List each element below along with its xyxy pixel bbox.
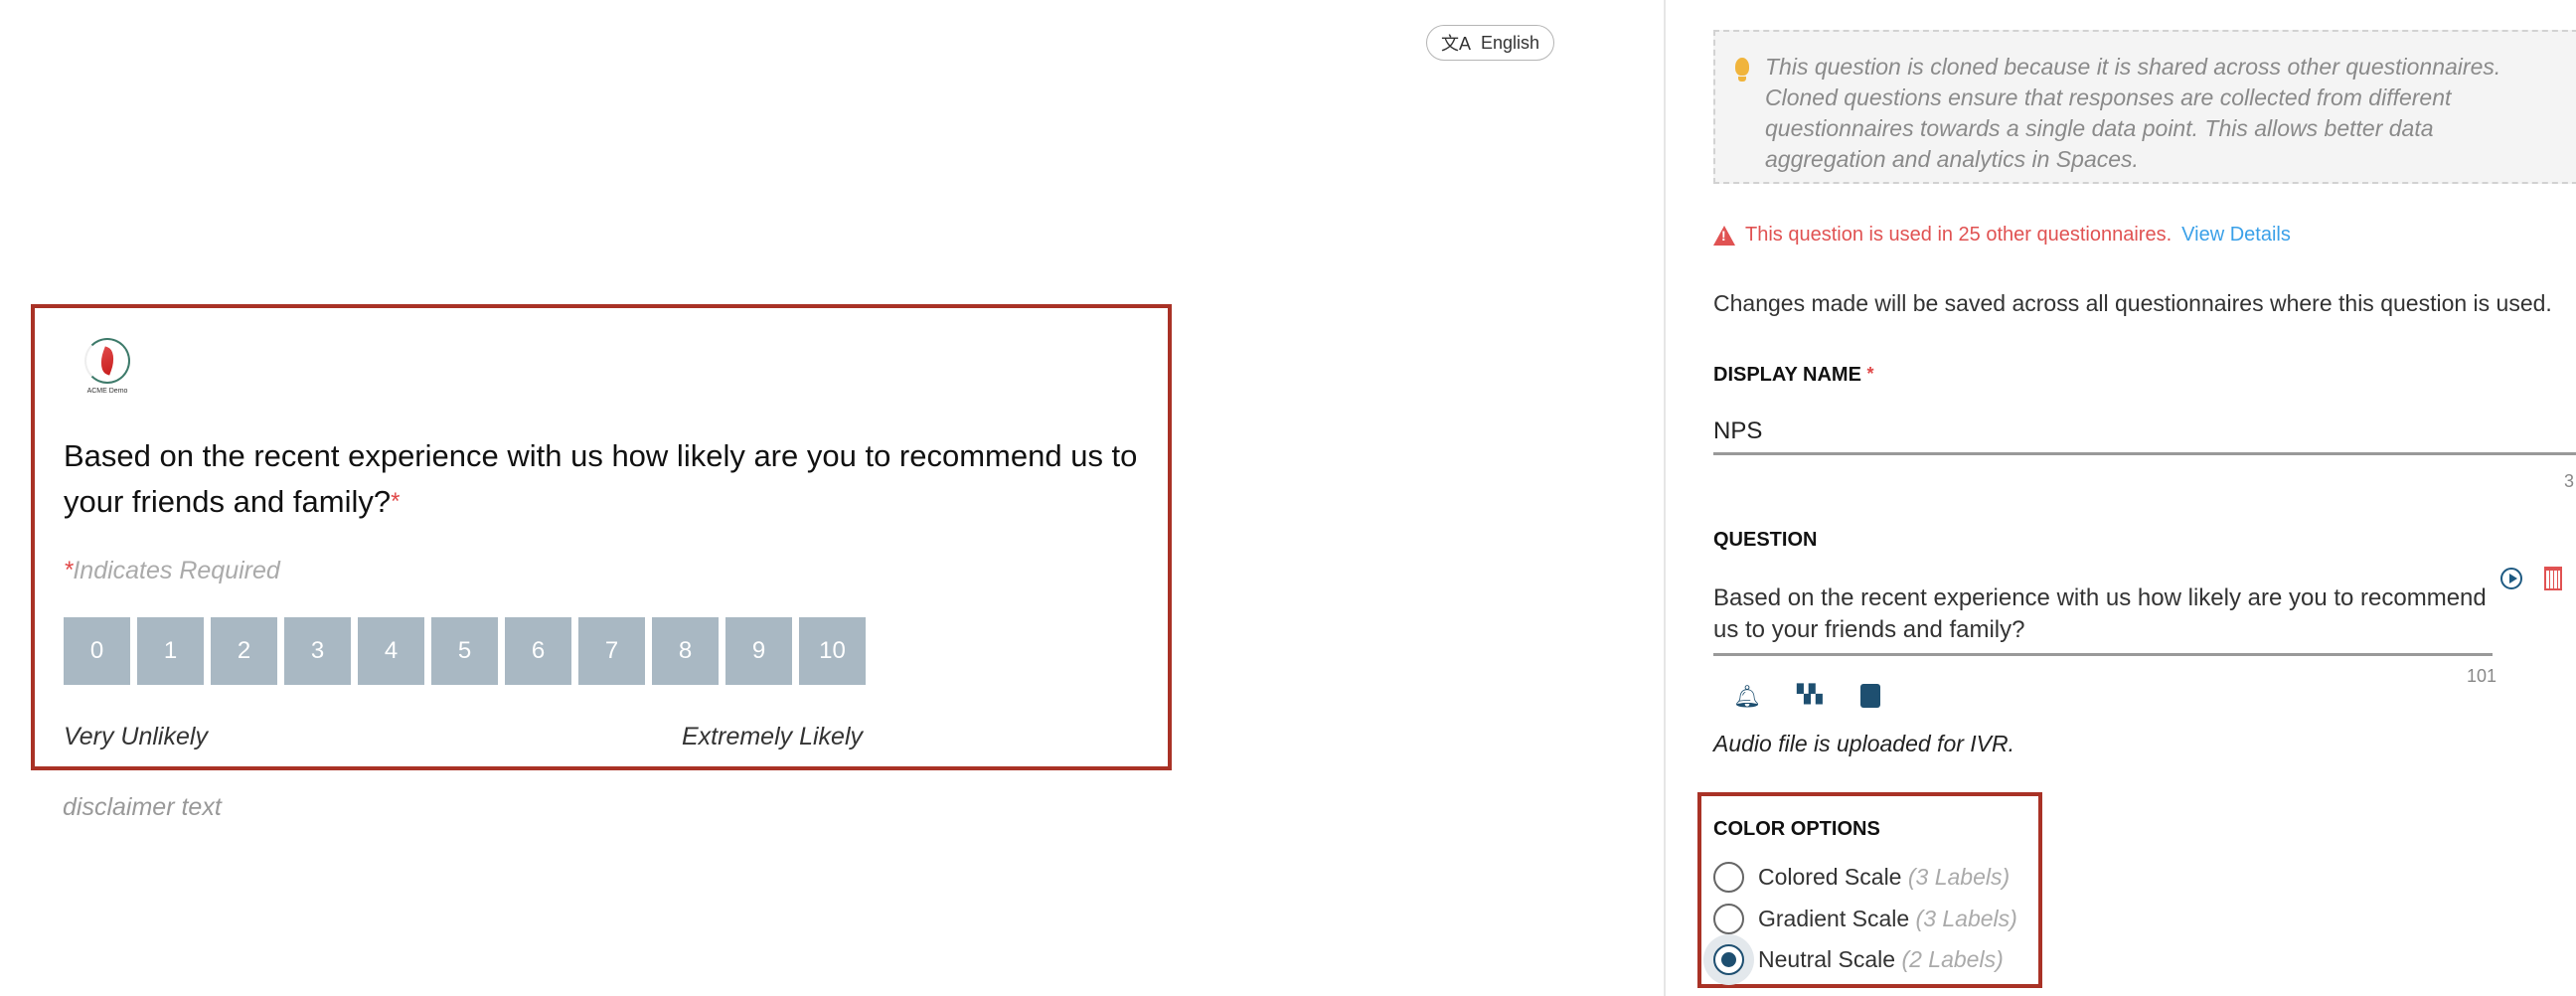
audience-icon[interactable]: ▚▚ <box>1797 684 1823 708</box>
radio-gradient-scale[interactable]: Gradient Scale (3 Labels) <box>1713 904 2017 934</box>
scale-option-0[interactable]: 0 <box>64 617 130 685</box>
high-label: Extremely Likely <box>682 723 863 750</box>
scale-option-2[interactable]: 2 <box>211 617 277 685</box>
changes-note: Changes made will be saved across all qu… <box>1713 290 2552 316</box>
acme-logo: ACME Demo <box>82 338 132 404</box>
question-char-count: 101 <box>2467 666 2497 686</box>
radio-button[interactable] <box>1713 862 1744 893</box>
preview-question: Based on the recent experience with us h… <box>64 438 1138 519</box>
question-input[interactable]: Based on the recent experience with us h… <box>1713 582 2493 656</box>
color-options-section: COLOR OPTIONS Colored Scale (3 Labels) G… <box>1697 792 2042 988</box>
required-note: *Indicates Required <box>64 557 280 584</box>
question-preview-card: ACME Demo Based on the recent experience… <box>31 304 1172 770</box>
clone-info-box: This question is cloned because it is sh… <box>1713 30 2576 184</box>
scale-option-1[interactable]: 1 <box>137 617 204 685</box>
scale-option-4[interactable]: 4 <box>358 617 424 685</box>
panel-divider <box>1664 0 1666 996</box>
radio-button-selected[interactable] <box>1713 944 1744 975</box>
warning-icon <box>1713 225 1735 246</box>
question-label: QUESTION <box>1713 529 1818 551</box>
scale-option-3[interactable]: 3 <box>284 617 351 685</box>
radio-button[interactable] <box>1713 904 1744 934</box>
notes-icon[interactable] <box>1860 684 1880 708</box>
usage-warning: This question is used in 25 other questi… <box>1713 224 2291 247</box>
display-name-input[interactable]: NPS <box>1713 417 2576 455</box>
scale-option-9[interactable]: 9 <box>725 617 792 685</box>
scale-option-5[interactable]: 5 <box>431 617 498 685</box>
language-label: English <box>1480 32 1540 53</box>
scale-option-8[interactable]: 8 <box>652 617 719 685</box>
view-details-link[interactable]: View Details <box>2181 224 2291 247</box>
scale-option-10[interactable]: 10 <box>799 617 866 685</box>
play-audio-icon[interactable] <box>2500 568 2522 589</box>
lightbulb-icon <box>1735 58 1749 82</box>
language-button[interactable]: 文A English <box>1426 25 1554 61</box>
color-options-label: COLOR OPTIONS <box>1713 818 1880 840</box>
low-label: Very Unlikely <box>64 723 208 750</box>
scale-option-7[interactable]: 7 <box>578 617 645 685</box>
scale-option-6[interactable]: 6 <box>505 617 571 685</box>
disclaimer-text: disclaimer text <box>63 793 222 821</box>
translate-icon: 文A <box>1440 34 1471 54</box>
radio-neutral-scale[interactable]: Neutral Scale (2 Labels) <box>1713 944 2004 975</box>
bell-icon[interactable]: 🔔︎ <box>1733 684 1761 709</box>
radio-colored-scale[interactable]: Colored Scale (3 Labels) <box>1713 862 2010 893</box>
audio-note: Audio file is uploaded for IVR. <box>1713 731 2015 756</box>
display-name-char-count: 3 <box>2564 471 2575 491</box>
nps-scale: 0 1 2 3 4 5 6 7 8 9 10 <box>64 617 866 685</box>
delete-audio-icon[interactable] <box>2544 567 2562 590</box>
display-name-label: DISPLAY NAME * <box>1713 364 1874 386</box>
